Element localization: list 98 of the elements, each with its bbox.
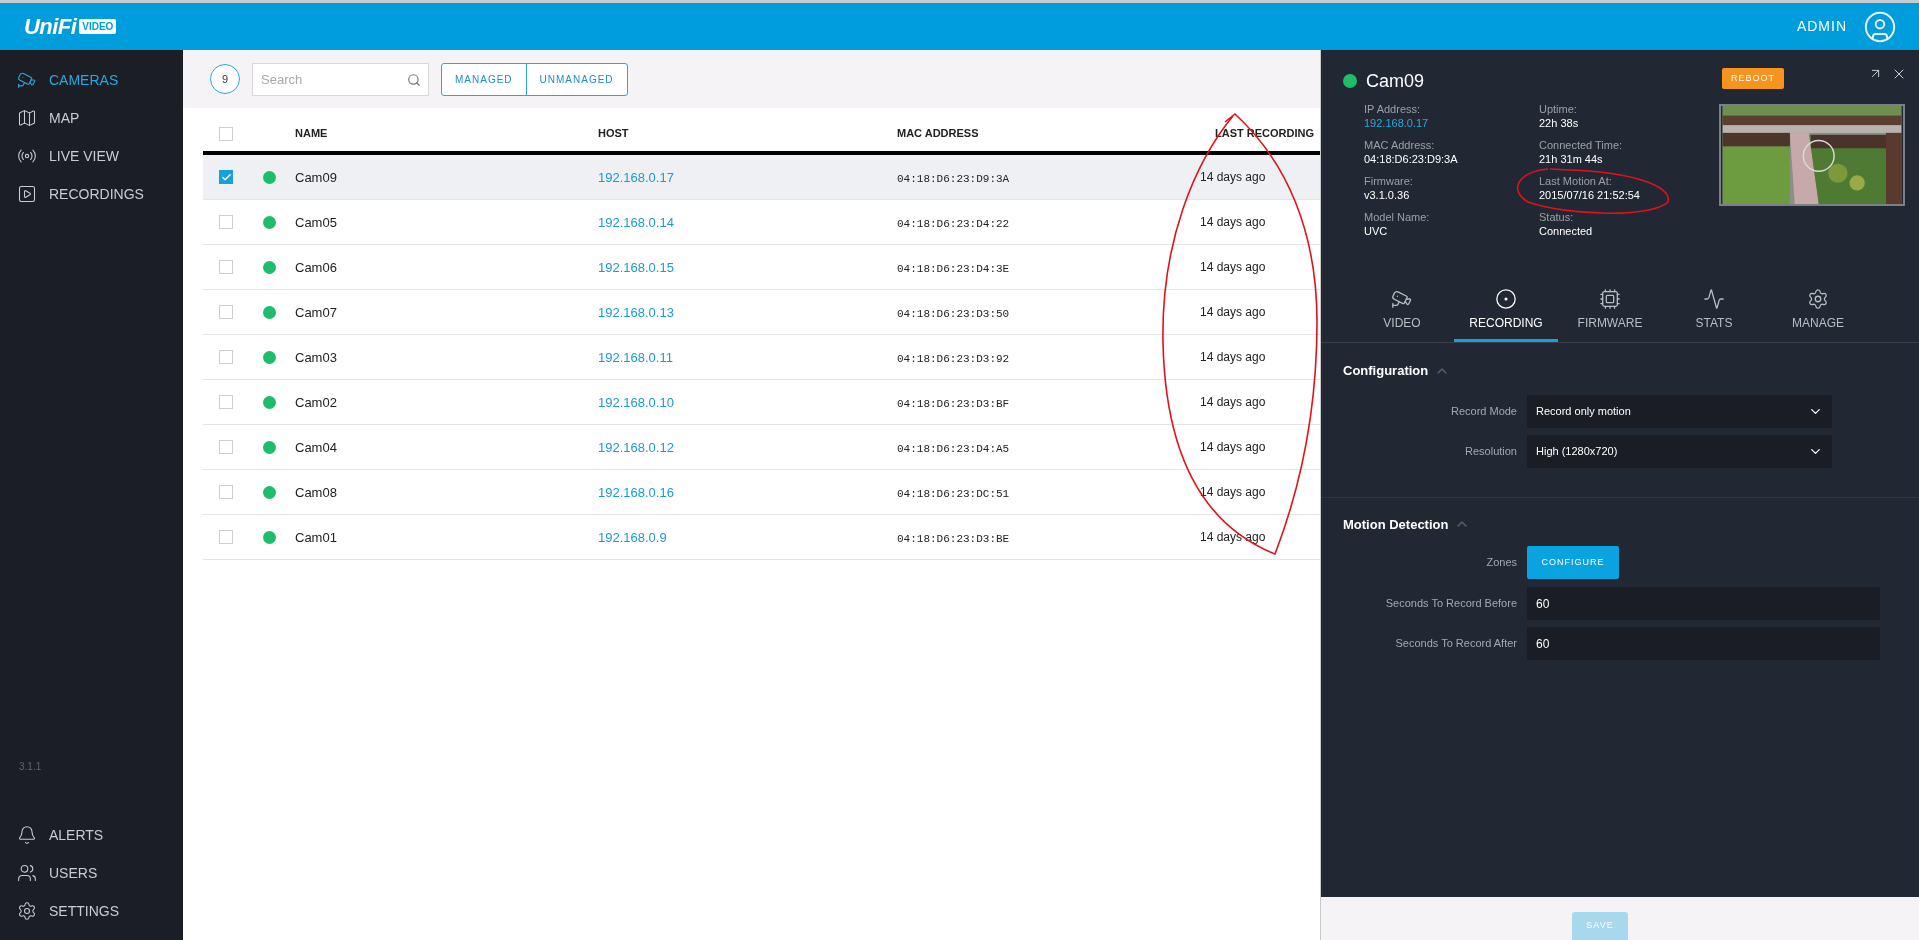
tab[interactable]: RECORDING xyxy=(1454,280,1558,342)
chip-icon xyxy=(1599,287,1621,310)
table-cell-text: 14 days ago xyxy=(1199,529,1266,546)
pulse-icon xyxy=(1703,287,1725,310)
sidebar-item[interactable]: USERS xyxy=(0,854,183,892)
bell-icon xyxy=(17,825,37,845)
section-title: Motion Detection xyxy=(1343,515,1449,534)
table-cell: 04:18:D6:23:D3:92 xyxy=(897,353,1010,365)
info-label: Uptime: xyxy=(1539,102,1578,116)
checkbox[interactable] xyxy=(219,305,233,319)
table-cell: Cam05 xyxy=(295,215,337,230)
sidebar-item[interactable]: MAP xyxy=(0,99,183,137)
tab[interactable]: MANAGE xyxy=(1766,280,1870,342)
search-icon xyxy=(407,72,421,87)
info-label: MAC Address: xyxy=(1364,138,1436,152)
table-cell: 04:18:D6:23:D3:50 xyxy=(897,308,1010,320)
table-cell-text: 14 days ago xyxy=(1199,259,1266,276)
checkbox[interactable] xyxy=(219,260,233,274)
version-text: 3.1.1 xyxy=(18,760,43,774)
number-field[interactable]: 60 xyxy=(1527,627,1880,660)
sidebar-item[interactable]: CAMERAS xyxy=(0,61,183,99)
count-badge: 9 xyxy=(210,64,240,94)
table-cell: 04:18:D6:23:D9:3A xyxy=(897,173,1010,185)
search-field[interactable]: Search xyxy=(252,62,429,96)
table-cell: 04:18:D6:23:D3:BE xyxy=(897,533,1010,545)
info-value: UVC xyxy=(1364,224,1389,238)
checkbox[interactable] xyxy=(219,170,233,184)
table-cell: Cam08 xyxy=(295,485,337,500)
column-header[interactable]: NAME xyxy=(295,125,598,142)
info-label: Model Name: xyxy=(1364,210,1431,224)
table-cell: 04:18:D6:23:D4:22 xyxy=(897,218,1010,230)
checkbox[interactable] xyxy=(219,395,233,409)
ip-link[interactable]: 192.168.0.17 xyxy=(1364,116,1539,130)
info-label: Firmware: xyxy=(1364,174,1414,188)
table-cell: Cam04 xyxy=(295,440,337,455)
info-value: 21h 31m 44s xyxy=(1539,152,1604,166)
info-label: Connected Time: xyxy=(1539,138,1624,152)
select-field[interactable]: Record only motion xyxy=(1527,394,1832,428)
column-header[interactable]: HOST xyxy=(598,125,897,142)
table-cell: 04:18:D6:23:D4:3E xyxy=(897,263,1010,275)
camera-title: Cam09 xyxy=(1366,69,1425,93)
table-cell: Cam06 xyxy=(295,260,337,275)
user-avatar-icon[interactable] xyxy=(1863,9,1897,44)
field-label: Seconds To Record Before xyxy=(1384,596,1518,612)
info-value: 04:18:D6:23:D9:3A xyxy=(1364,152,1459,166)
table-cell: Cam02 xyxy=(295,395,337,410)
field-label: Resolution xyxy=(1464,443,1518,459)
sidebar-item[interactable]: SETTINGS xyxy=(0,892,183,930)
select-field[interactable]: High (1280x720) xyxy=(1527,434,1832,468)
checkbox[interactable] xyxy=(219,350,233,364)
table-cell-text: 14 days ago xyxy=(1199,394,1266,411)
table-cell: Cam03 xyxy=(295,350,337,365)
map-icon xyxy=(17,108,37,128)
field-label: Record Mode xyxy=(1449,403,1518,419)
record-icon xyxy=(1495,287,1517,310)
checkbox[interactable] xyxy=(219,215,233,229)
table-cell-text: 14 days ago xyxy=(1199,439,1266,456)
table-cell: 04:18:D6:23:DC:51 xyxy=(897,488,1010,500)
cctv-icon xyxy=(17,70,37,90)
checkbox[interactable] xyxy=(219,126,233,141)
checkbox[interactable] xyxy=(219,485,233,499)
sidebar-item[interactable]: RECORDINGS xyxy=(0,175,183,213)
section-title: Configuration xyxy=(1343,362,1429,380)
info-label: Status: xyxy=(1539,210,1575,224)
table-cell-text: 14 days ago xyxy=(1199,349,1266,366)
field-label: Zones xyxy=(1485,555,1518,571)
tab[interactable]: FIRMWARE xyxy=(1558,280,1662,342)
info-label: IP Address: xyxy=(1364,102,1422,116)
table-cell: Cam01 xyxy=(295,530,337,545)
info-value: Connected xyxy=(1539,224,1594,238)
table-cell-text: 14 days ago xyxy=(1199,484,1266,501)
table-cell-text: 14 days ago xyxy=(1199,169,1266,186)
table-cell-text: 14 days ago xyxy=(1199,214,1266,231)
filter-button[interactable]: UNMANAGED xyxy=(525,63,627,95)
settings-icon xyxy=(17,901,37,921)
gear-icon xyxy=(1807,287,1829,310)
number-field[interactable]: 60 xyxy=(1527,587,1880,620)
info-label: Last Motion At: xyxy=(1539,174,1613,188)
filter-button[interactable]: MANAGED xyxy=(442,63,526,95)
table-cell: 04:18:D6:23:D3:BF xyxy=(897,398,1010,410)
table-cell: 04:18:D6:23:D4:A5 xyxy=(897,443,1010,455)
sidebar-item[interactable]: ALERTS xyxy=(0,816,183,854)
column-header[interactable]: MAC ADDRESS xyxy=(897,125,1197,142)
table-row[interactable]: Cam09 192.168.0.17 04:18:D6:23:D9:3A 14 days ago xyxy=(203,155,1320,200)
users-icon xyxy=(17,863,37,883)
tab[interactable]: VIDEO xyxy=(1350,280,1454,342)
info-value: v3.1.0.36 xyxy=(1364,188,1411,202)
play-icon xyxy=(17,184,37,204)
sidebar-item[interactable]: LIVE VIEW xyxy=(0,137,183,175)
table-cell: Cam07 xyxy=(295,305,337,320)
tab[interactable]: STATS xyxy=(1662,280,1766,342)
info-value: 2015/07/16 21:52:54 xyxy=(1539,188,1641,202)
info-value: 22h 38s xyxy=(1539,116,1580,130)
table-cell-text: 14 days ago xyxy=(1199,304,1266,321)
table-cell: Cam09 xyxy=(295,170,337,185)
checkbox[interactable] xyxy=(219,530,233,544)
field-label: Seconds To Record After xyxy=(1394,636,1518,652)
checkbox[interactable] xyxy=(219,440,233,454)
